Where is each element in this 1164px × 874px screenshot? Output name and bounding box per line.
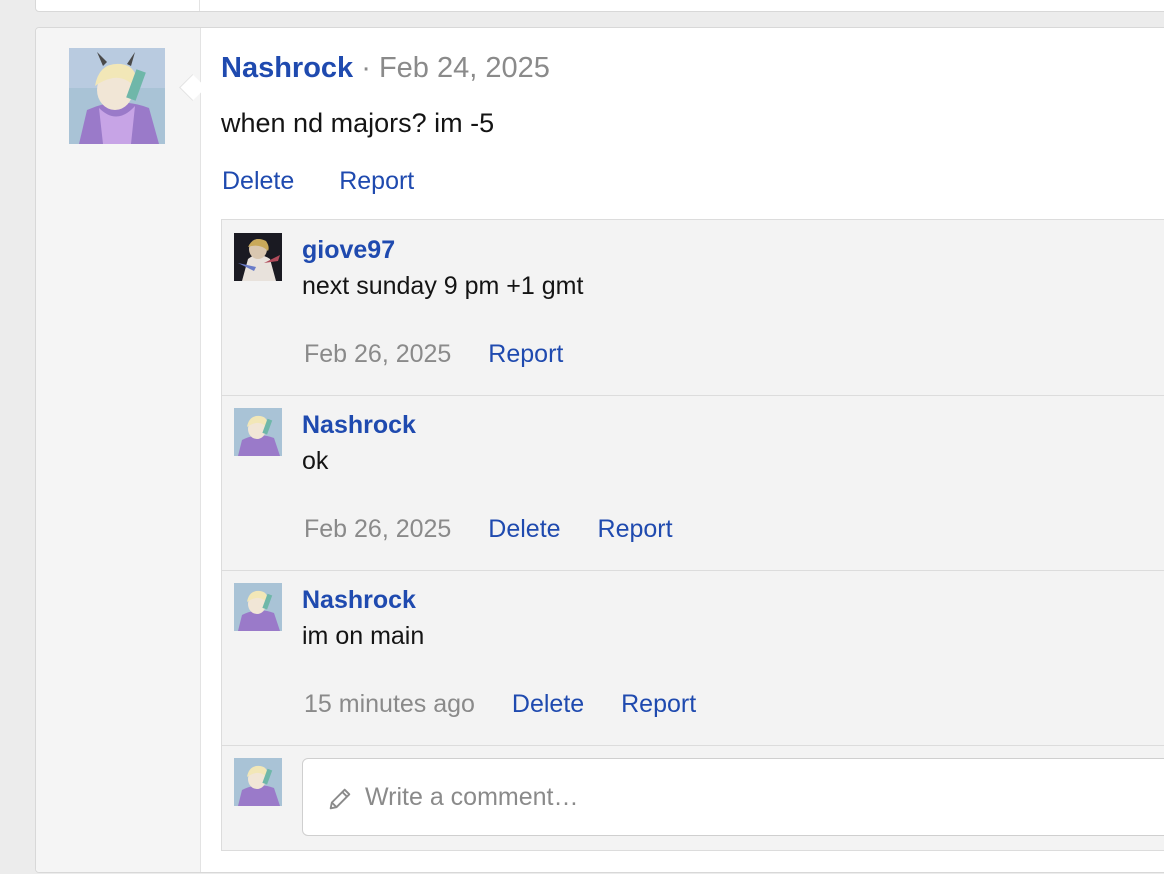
avatar-image [234, 233, 282, 281]
report-comment-link[interactable]: Report [598, 515, 673, 543]
comment-text: next sunday 9 pm +1 gmt [302, 272, 584, 300]
avatar[interactable] [69, 48, 165, 144]
comment-input[interactable]: Write a comment… [302, 758, 1164, 836]
pencil-icon [326, 785, 354, 813]
previous-post-divider [199, 0, 200, 11]
avatar [234, 758, 282, 806]
comment-date[interactable]: Feb 26, 2025 [304, 515, 451, 543]
previous-post-card [35, 0, 1164, 12]
delete-post-link[interactable]: Delete [222, 167, 294, 195]
comment-footer: Feb 26, 2025 Report [304, 340, 593, 369]
post-actions: Delete Report [222, 167, 452, 196]
comment-composer: Write a comment… [222, 745, 1164, 850]
avatar[interactable] [234, 233, 282, 281]
post-main: Nashrock · Feb 24, 2025 when nd majors? … [200, 28, 1164, 872]
comment-item: giove97 next sunday 9 pm +1 gmt Feb 26, … [222, 220, 1164, 396]
comment-footer: 15 minutes ago Delete Report [304, 690, 726, 719]
report-comment-link[interactable]: Report [621, 690, 696, 718]
comments-section: giove97 next sunday 9 pm +1 gmt Feb 26, … [221, 219, 1164, 851]
avatar[interactable] [234, 583, 282, 631]
comment-date[interactable]: 15 minutes ago [304, 690, 475, 718]
post-body: when nd majors? im -5 [221, 108, 495, 138]
post-header: Nashrock · Feb 24, 2025 [221, 52, 550, 85]
post-meta-separator: · [361, 52, 371, 84]
comment-item: Nashrock ok Feb 26, 2025 Delete Report [222, 395, 1164, 571]
delete-comment-link[interactable]: Delete [512, 690, 584, 718]
post-author-column [36, 28, 201, 872]
comment-input-placeholder: Write a comment… [365, 783, 579, 811]
comment-item: Nashrock im on main 15 minutes ago Delet… [222, 570, 1164, 746]
post-author-link[interactable]: Nashrock [221, 52, 353, 84]
comment-author-link[interactable]: Nashrock [302, 586, 416, 615]
comment-author-link[interactable]: giove97 [302, 236, 395, 265]
post-card: Nashrock · Feb 24, 2025 when nd majors? … [35, 27, 1164, 873]
avatar-image [234, 408, 282, 456]
post-date[interactable]: Feb 24, 2025 [379, 52, 550, 84]
avatar[interactable] [234, 408, 282, 456]
avatar-image [234, 758, 282, 806]
comment-author-link[interactable]: Nashrock [302, 411, 416, 440]
comment-date[interactable]: Feb 26, 2025 [304, 340, 451, 368]
delete-comment-link[interactable]: Delete [488, 515, 560, 543]
comment-text: im on main [302, 622, 425, 650]
report-post-link[interactable]: Report [339, 167, 414, 195]
comment-footer: Feb 26, 2025 Delete Report [304, 515, 703, 544]
report-comment-link[interactable]: Report [488, 340, 563, 368]
comment-text: ok [302, 447, 329, 475]
avatar-image [69, 48, 165, 144]
avatar-image [234, 583, 282, 631]
